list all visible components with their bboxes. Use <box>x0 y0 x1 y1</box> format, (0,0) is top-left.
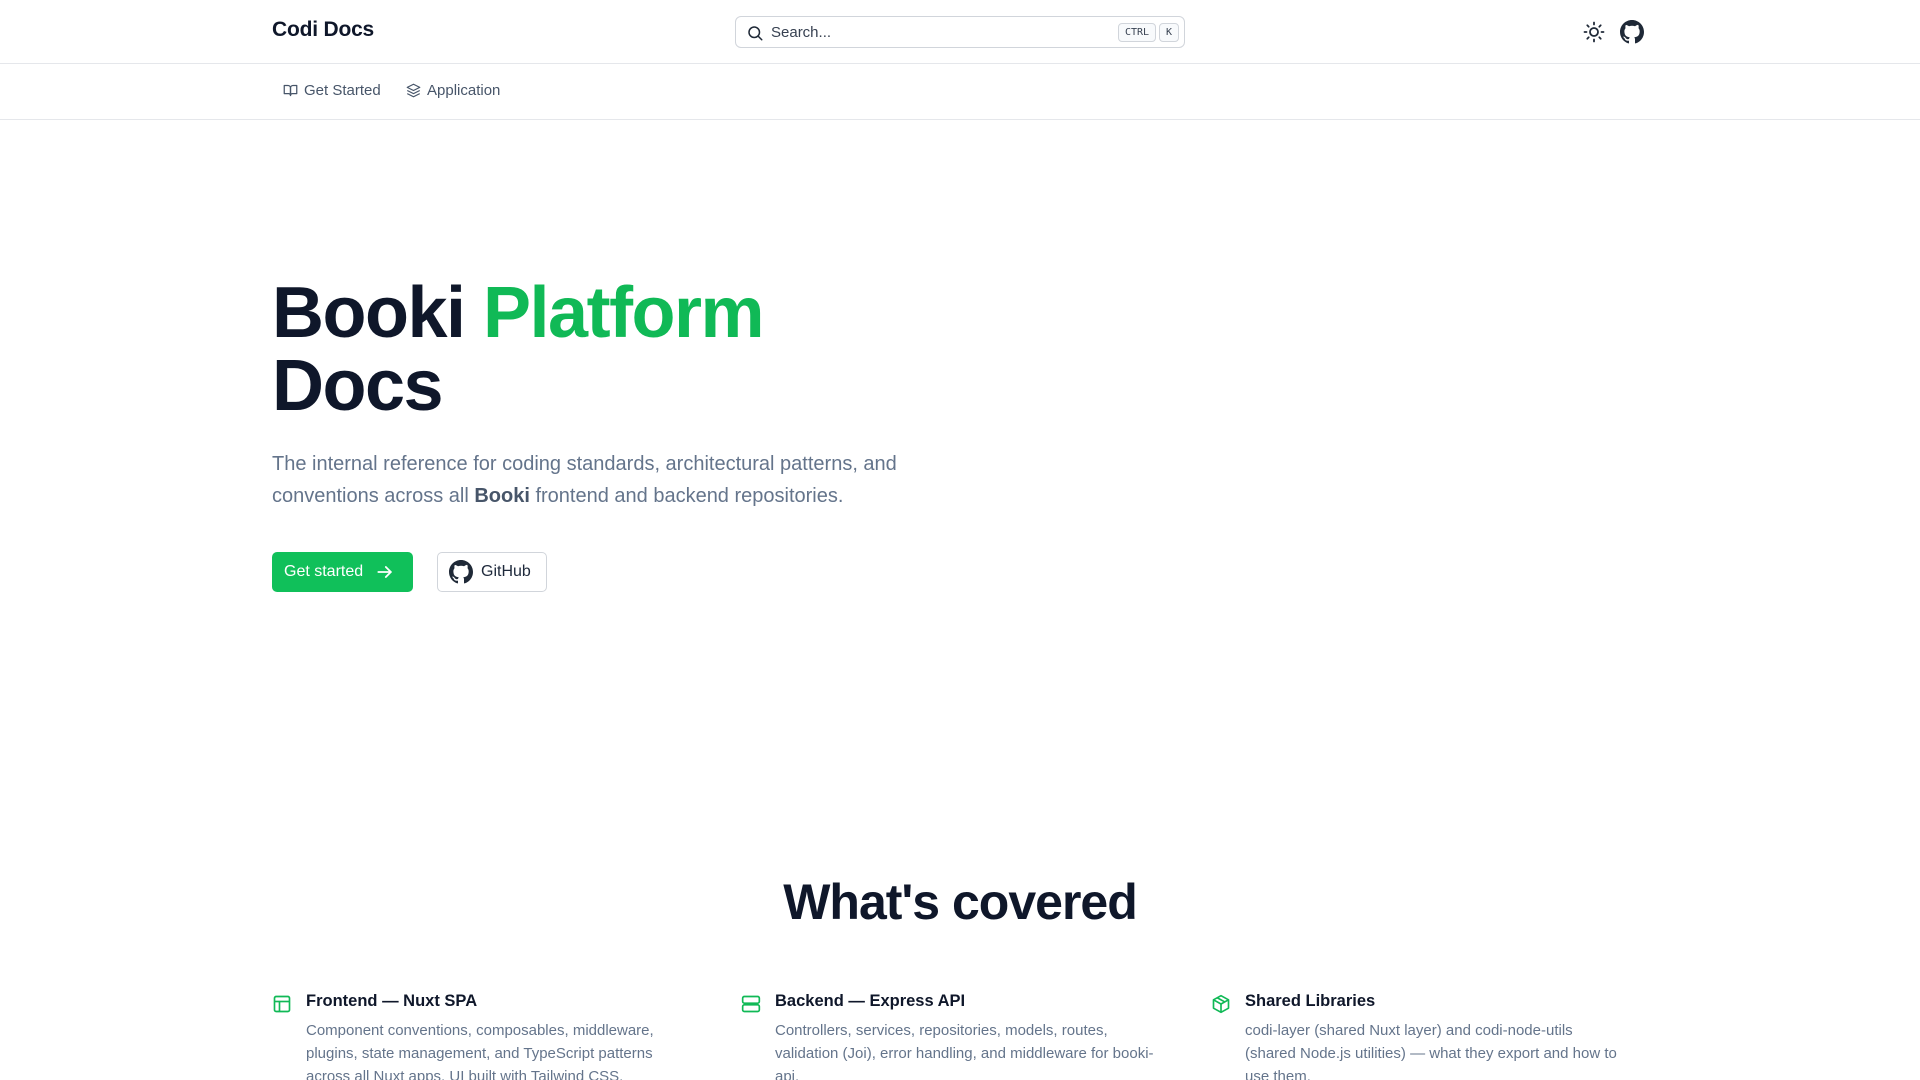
github-icon <box>449 560 473 584</box>
hero-title-accent: Platform <box>483 273 765 353</box>
section-title: What's covered <box>783 874 1138 930</box>
feature-description: Component conventions, composables, midd… <box>306 1022 654 1080</box>
hero-title-part1: Booki <box>272 273 484 353</box>
feature-description: codi-layer (shared Nuxt layer) and codi-… <box>1245 1022 1617 1080</box>
sub-navigation: Get Started Application <box>0 64 1920 120</box>
shortcut-k-key: K <box>1159 23 1179 42</box>
github-icon[interactable] <box>1620 20 1644 44</box>
shortcut-ctrl-key: CTRL <box>1118 23 1156 42</box>
book-open-icon <box>283 84 298 97</box>
hero-title-part2: Docs <box>272 346 444 426</box>
hero-description: The internal reference for coding standa… <box>272 448 952 512</box>
hero-desc-bold: Booki <box>474 485 530 507</box>
search-placeholder: Search... <box>771 24 832 41</box>
nav-item-get-started[interactable]: Get Started <box>283 82 381 99</box>
site-logo[interactable]: Codi Docs <box>272 18 374 42</box>
sun-icon[interactable] <box>1582 20 1606 44</box>
package-icon <box>1212 994 1230 1014</box>
search-icon <box>748 26 763 41</box>
feature-title: Backend — Express API <box>775 992 966 1010</box>
nav-item-application[interactable]: Application <box>406 82 500 99</box>
nav-item-label: Application <box>427 82 501 99</box>
feature-title: Frontend — Nuxt SPA <box>306 992 478 1010</box>
arrow-right-icon <box>377 566 392 578</box>
top-bar: Codi Docs Search... CTRL K <box>0 0 1920 64</box>
layers-icon <box>406 83 421 98</box>
feature-title: Shared Libraries <box>1245 992 1376 1010</box>
nav-item-label: Get Started <box>304 82 381 99</box>
server-icon <box>741 995 761 1013</box>
get-started-label: Get started <box>284 563 364 580</box>
github-button-label: GitHub <box>481 563 531 580</box>
hero-desc-after: frontend and backend repositories. <box>529 485 844 507</box>
search-input[interactable]: Search... CTRL K <box>735 16 1185 48</box>
get-started-button[interactable]: Get started <box>272 552 413 592</box>
github-button[interactable]: GitHub <box>437 552 547 592</box>
feature-description: Controllers, services, repositories, mod… <box>775 1022 1154 1080</box>
hero-title: Booki Platform Docs <box>272 277 765 426</box>
layout-icon <box>273 995 291 1013</box>
